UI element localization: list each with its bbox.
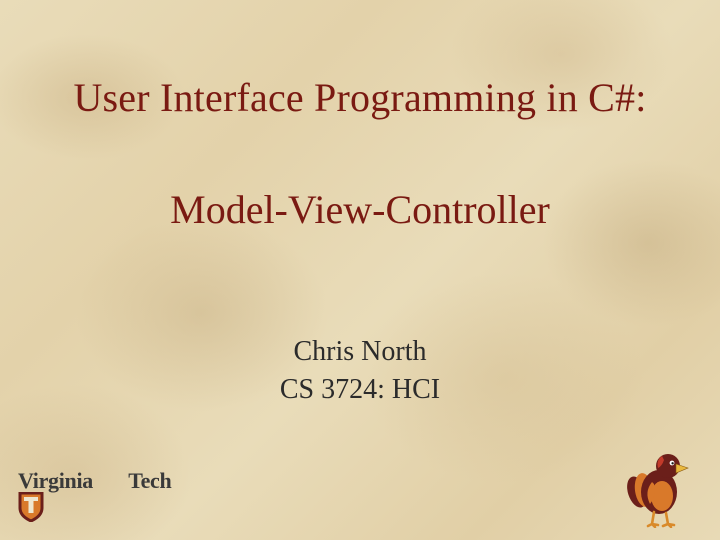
vt-wordmark: Virginia Tech <box>18 470 168 492</box>
slide: User Interface Programming in C#: Model-… <box>0 0 720 540</box>
hokiebird-icon <box>622 446 692 528</box>
virginia-tech-logo: Virginia Tech <box>18 470 168 518</box>
course-code: CS 3724: HCI <box>0 374 720 406</box>
slide-title: User Interface Programming in C#: <box>0 74 720 121</box>
slide-subtitle: Model-View-Controller <box>0 186 720 233</box>
vt-shield-icon <box>18 492 44 526</box>
vt-word-tech: Tech <box>128 468 171 493</box>
vt-word-virginia: Virginia <box>18 468 93 493</box>
author-name: Chris North <box>0 336 720 368</box>
